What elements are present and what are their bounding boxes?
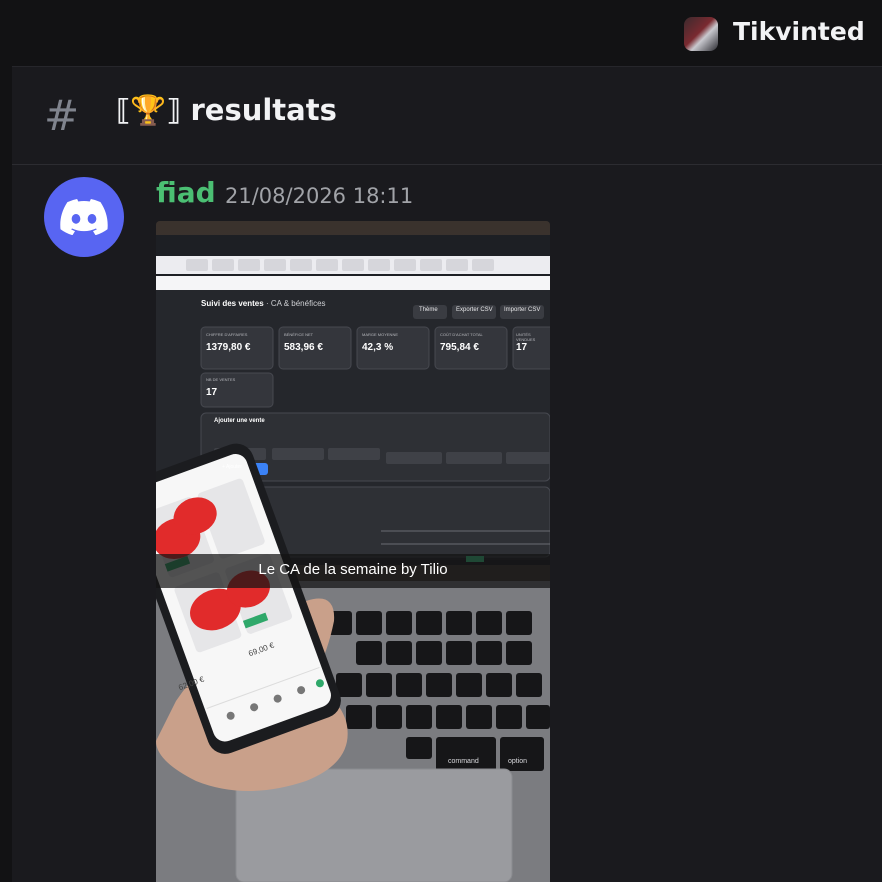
hash-icon: #	[44, 91, 80, 140]
kpi-label: COÛT D'ACHAT TOTAL	[440, 332, 483, 337]
photo-button-theme: Thème	[419, 307, 438, 313]
kpi-label: NB DE VENTES	[206, 377, 236, 382]
discord-logo-icon	[60, 199, 108, 235]
left-strip	[0, 66, 12, 882]
kpi-value: 42,3 %	[362, 342, 394, 353]
kpi-label: BÉNÉFICE NET	[284, 332, 314, 337]
photo-caption: Le CA de la semaine by Tilio	[258, 561, 448, 578]
photo-button-export: Exporter CSV	[456, 307, 493, 313]
key-option: option	[508, 758, 528, 765]
kpi-value: 1379,80 €	[206, 342, 251, 353]
avatar[interactable]	[44, 177, 124, 257]
photo-button-import: Importer CSV	[504, 307, 541, 313]
kpi-value: 17	[516, 342, 528, 353]
channel-header: # ⟦🏆⟧ resultats	[12, 67, 882, 165]
kpi-value: 17	[206, 387, 218, 398]
image-attachment[interactable]: Suivi des ventes · CA & bénéfices Thème …	[156, 221, 550, 882]
form-title: Ajouter une vente	[214, 418, 265, 424]
message-timestamp: 21/08/2026 18:11	[225, 184, 414, 208]
photo-subtitle-text: · CA & bénéfices	[265, 299, 326, 308]
photo-laptop-scene	[156, 221, 550, 882]
kpi-label: CHIFFRE D'AFFAIRES	[206, 332, 248, 337]
photo-screen-title: Suivi des ventes · CA & bénéfices	[201, 299, 326, 308]
server-name[interactable]: Tikvinted	[733, 17, 865, 46]
channel-name: ⟦🏆⟧ resultats	[116, 93, 337, 127]
top-bar: Tikvinted	[0, 0, 882, 67]
kpi-label: UNITÉS VENDUES	[516, 332, 536, 342]
form-add-button: + Ajouter	[222, 464, 242, 470]
kpi-value: 795,84 €	[440, 342, 479, 353]
key-command: command	[448, 758, 479, 765]
kpi-label: MARGE MOYENNE	[362, 332, 399, 337]
photo-title-text: Suivi des ventes	[201, 299, 264, 308]
message-author[interactable]: fiad	[156, 176, 216, 209]
kpi-value: 583,96 €	[284, 342, 323, 353]
server-avatar[interactable]	[684, 17, 718, 51]
